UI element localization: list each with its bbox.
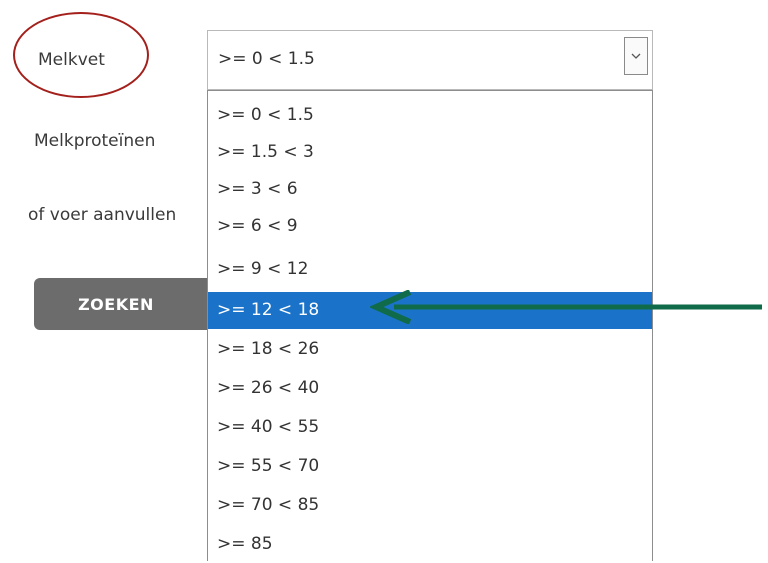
melkvet-select[interactable]: >= 0 < 1.5 bbox=[207, 30, 653, 90]
select-option[interactable]: >= 1.5 < 3 bbox=[208, 134, 652, 171]
select-option[interactable]: >= 9 < 12 bbox=[208, 251, 652, 288]
select-option[interactable]: >= 40 < 55 bbox=[208, 409, 652, 446]
select-option[interactable]: >= 85 bbox=[208, 526, 652, 563]
arrow-left-icon bbox=[370, 290, 762, 324]
chevron-down-icon[interactable] bbox=[624, 37, 648, 75]
select-option[interactable]: >= 6 < 9 bbox=[208, 208, 652, 245]
select-current-value: >= 0 < 1.5 bbox=[218, 49, 315, 69]
select-option[interactable]: >= 26 < 40 bbox=[208, 370, 652, 407]
search-button[interactable]: ZOEKEN bbox=[34, 278, 208, 330]
select-option[interactable]: >= 55 < 70 bbox=[208, 448, 652, 485]
select-option[interactable]: >= 70 < 85 bbox=[208, 487, 652, 524]
select-option[interactable]: >= 0 < 1.5 bbox=[208, 97, 652, 134]
select-option[interactable]: >= 3 < 6 bbox=[208, 171, 652, 208]
melkproteinen-label: Melkproteïnen bbox=[34, 131, 156, 151]
aanvullen-label: of voer aanvullen bbox=[28, 205, 177, 225]
select-option[interactable]: >= 18 < 26 bbox=[208, 331, 652, 368]
melkvet-label: Melkvet bbox=[38, 50, 105, 70]
select-dropdown-list: >= 0 < 1.5 >= 1.5 < 3 >= 3 < 6 >= 6 < 9 … bbox=[207, 90, 653, 561]
